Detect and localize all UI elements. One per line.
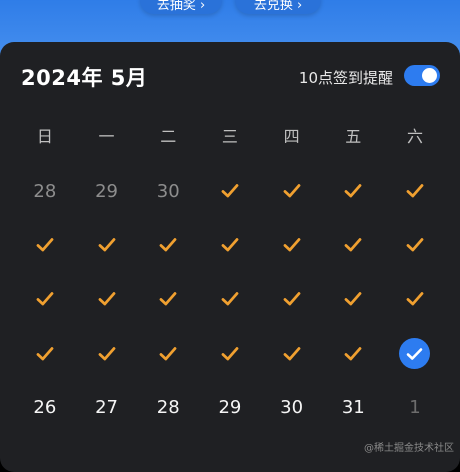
checkmark-icon (283, 346, 301, 362)
signed-day-cell[interactable] (199, 218, 261, 272)
weekday-fri: 五 (345, 127, 362, 146)
day-number: 30 (156, 180, 180, 202)
signed-day-cell[interactable] (384, 272, 446, 326)
checkmark-icon (344, 291, 362, 307)
checkmark-icon (344, 346, 362, 362)
day-number: 29 (218, 397, 242, 419)
day-cell[interactable]: 27 (76, 381, 138, 435)
checkmark-icon (36, 346, 54, 362)
weekday-tue: 二 (160, 127, 177, 146)
weekday-header: 日 一 二 三 四 五 六 (14, 126, 446, 148)
day-cell[interactable]: 28 (137, 381, 199, 435)
day-cell[interactable]: 31 (322, 381, 384, 435)
checkmark-icon (159, 237, 177, 253)
checkmark-icon (283, 237, 301, 253)
checkmark-icon (283, 291, 301, 307)
reminder-toggle[interactable] (404, 65, 440, 86)
day-number: 1 (409, 397, 421, 419)
signed-day-cell[interactable] (137, 218, 199, 272)
checkmark-icon (221, 291, 239, 307)
checkmark-icon (36, 237, 54, 253)
checkmark-icon (221, 346, 239, 362)
checkmark-icon (406, 183, 424, 199)
signed-day-cell[interactable] (322, 218, 384, 272)
day-number: 28 (33, 180, 57, 202)
checkmark-icon (159, 291, 177, 307)
signed-day-cell[interactable] (261, 272, 323, 326)
day-cell[interactable]: 1 (384, 381, 446, 435)
checkmark-icon (98, 346, 116, 362)
checkmark-icon (98, 291, 116, 307)
lottery-button[interactable]: 去抽奖 › (140, 0, 222, 14)
checkmark-icon (36, 291, 54, 307)
checkmark-icon (344, 183, 362, 199)
toggle-knob (422, 68, 437, 83)
checkmark-icon (407, 347, 423, 360)
day-cell[interactable]: 29 (199, 381, 261, 435)
checkmark-icon (406, 237, 424, 253)
day-number: 31 (341, 397, 365, 419)
signed-day-cell[interactable] (76, 327, 138, 381)
signed-day-cell[interactable] (384, 218, 446, 272)
day-number: 30 (280, 397, 304, 419)
today-signed-cell[interactable] (384, 327, 446, 381)
signed-day-cell[interactable] (261, 327, 323, 381)
signed-day-cell[interactable] (261, 164, 323, 218)
checkmark-icon (159, 346, 177, 362)
weekday-sun: 日 (36, 127, 53, 146)
month-title[interactable]: 2024年 5月 (21, 62, 147, 92)
reminder-label: 10点签到提醒 (298, 69, 393, 87)
weekday-sat: 六 (406, 127, 423, 146)
signed-day-cell[interactable] (261, 218, 323, 272)
day-grid: 28 29 30 26 27 28 29 30 31 1 (14, 164, 446, 435)
signed-day-cell[interactable] (137, 327, 199, 381)
signed-day-cell[interactable] (384, 164, 446, 218)
day-cell[interactable]: 28 (14, 164, 76, 218)
weekday-wed: 三 (221, 127, 238, 146)
signed-day-cell[interactable] (199, 164, 261, 218)
signed-day-cell[interactable] (137, 272, 199, 326)
day-number: 26 (33, 397, 57, 419)
weekday-mon: 一 (98, 127, 115, 146)
signed-day-cell[interactable] (76, 272, 138, 326)
checkmark-icon (283, 183, 301, 199)
signed-day-cell[interactable] (76, 218, 138, 272)
checkmark-icon (221, 183, 239, 199)
signed-day-cell[interactable] (322, 327, 384, 381)
signed-day-cell[interactable] (199, 272, 261, 326)
day-cell[interactable]: 26 (14, 381, 76, 435)
signed-day-cell[interactable] (14, 327, 76, 381)
signed-day-cell[interactable] (14, 272, 76, 326)
checkmark-icon (98, 237, 116, 253)
day-number: 29 (95, 180, 118, 202)
today-check-badge (399, 338, 431, 370)
signed-day-cell[interactable] (199, 327, 261, 381)
signed-day-cell[interactable] (322, 164, 384, 218)
watermark: @稀土掘金技术社区 (364, 443, 454, 454)
calendar-card: 2024年 5月 10点签到提醒 日 一 二 三 四 五 六 28 29 30 26 2… (0, 42, 460, 472)
checkmark-icon (344, 237, 362, 253)
day-number: 27 (95, 397, 118, 419)
weekday-thu: 四 (283, 127, 300, 146)
signed-day-cell[interactable] (14, 218, 76, 272)
checkmark-icon (221, 237, 239, 253)
checkmark-icon (406, 291, 424, 307)
day-cell[interactable]: 29 (76, 164, 138, 218)
day-number: 28 (156, 397, 180, 419)
signed-day-cell[interactable] (322, 272, 384, 326)
redeem-button[interactable]: 去兑换 › (235, 0, 321, 14)
day-cell[interactable]: 30 (261, 381, 323, 435)
day-cell[interactable]: 30 (137, 164, 199, 218)
